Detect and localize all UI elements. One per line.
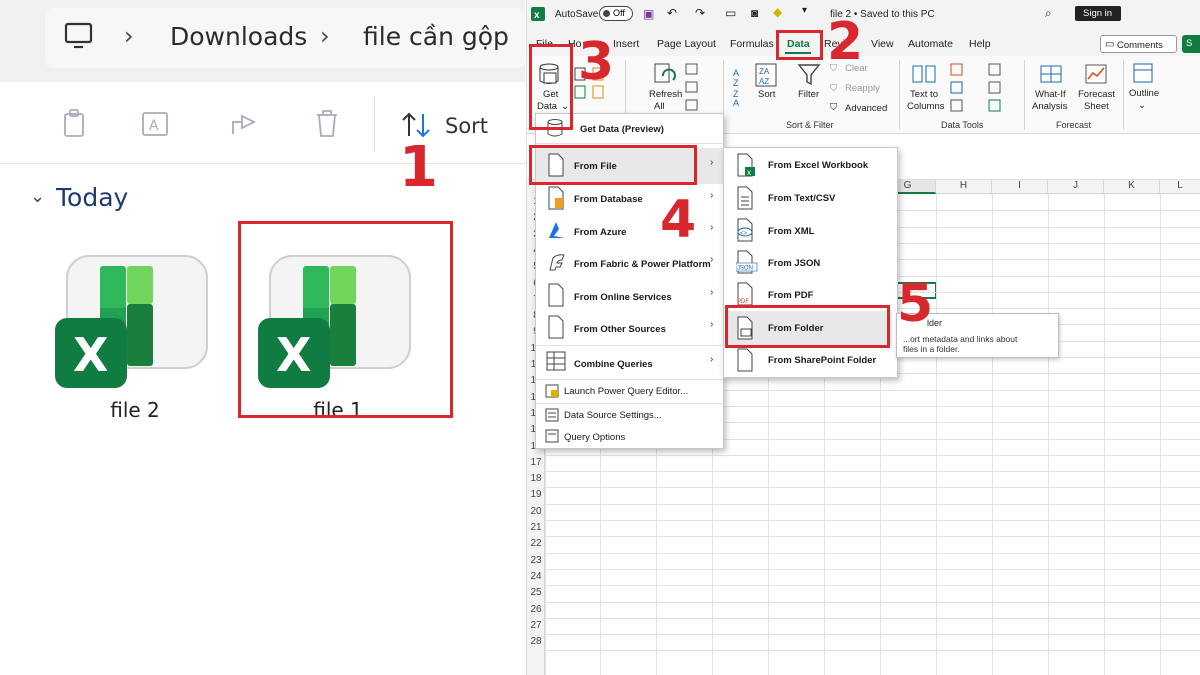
row-header[interactable]: 26 — [527, 604, 545, 615]
svg-text:A: A — [149, 118, 159, 134]
power-query-icon — [545, 384, 559, 398]
rename-icon[interactable]: A — [140, 108, 172, 140]
svg-text:<>: <> — [740, 231, 748, 237]
menu-item-from-xml[interactable]: From XML — [768, 226, 814, 237]
svg-text:x: x — [747, 168, 751, 177]
menu-item-from-excel-workbook[interactable]: From Excel Workbook — [768, 160, 868, 171]
breadcrumb-chevron-icon: › — [124, 22, 134, 50]
excel-file-icon: X — [55, 255, 208, 388]
column-gridline — [1104, 194, 1105, 675]
sort-button[interactable]: Sort — [445, 114, 488, 138]
share-icon[interactable] — [228, 108, 260, 140]
computer-icon[interactable] — [64, 22, 94, 52]
column-gridline — [1160, 194, 1161, 675]
database-file-icon — [548, 186, 564, 210]
submenu-arrow-icon: › — [710, 254, 714, 265]
column-gridline — [992, 194, 993, 675]
svg-text:JSON: JSON — [737, 266, 753, 272]
svg-text:X: X — [73, 328, 108, 382]
menu-item-from-online-services[interactable]: From Online Services — [574, 292, 672, 303]
step-number-5: 5 — [897, 274, 934, 334]
step-number-1: 1 — [399, 135, 438, 200]
menu-item-data-source-settings[interactable]: Data Source Settings... — [564, 410, 662, 421]
delete-icon[interactable] — [312, 108, 342, 140]
breadcrumb-current-folder[interactable]: file cần gộp — [363, 22, 509, 51]
row-gridline — [545, 454, 1200, 456]
step-number-4: 4 — [660, 190, 697, 250]
row-header[interactable]: 25 — [527, 587, 545, 598]
submenu-arrow-icon: › — [710, 287, 714, 298]
file-item[interactable]: X — [55, 248, 215, 398]
menu-item-from-azure[interactable]: From Azure — [574, 227, 626, 238]
highlight-box-from-file — [529, 145, 697, 185]
menu-item-get-data-preview[interactable]: Get Data (Preview) — [580, 124, 664, 135]
row-header[interactable]: 23 — [527, 555, 545, 566]
step-number-3: 3 — [578, 32, 615, 92]
submenu-arrow-icon: › — [710, 319, 714, 330]
breadcrumb-chevron-icon: › — [320, 22, 330, 50]
submenu-arrow-icon: › — [710, 190, 714, 201]
row-header[interactable]: 22 — [527, 538, 545, 549]
xml-icon: <> — [737, 218, 753, 242]
menu-item-from-fabric[interactable]: From Fabric & Power Platform — [574, 259, 711, 270]
chevron-down-icon[interactable]: ⌄ — [30, 186, 45, 207]
menu-item-launch-power-query[interactable]: Launch Power Query Editor... — [564, 386, 688, 397]
menu-item-from-pdf[interactable]: From PDF — [768, 290, 813, 301]
sharepoint-folder-icon — [737, 348, 753, 372]
row-gridline — [545, 520, 1200, 521]
row-gridline — [545, 617, 1200, 619]
column-gridline — [936, 194, 937, 675]
highlight-box-get-data — [529, 44, 573, 130]
row-header[interactable]: 21 — [527, 522, 545, 533]
row-gridline — [545, 552, 1200, 554]
excel-workbook-icon: x — [737, 153, 755, 177]
submenu-arrow-icon: › — [710, 157, 714, 168]
menu-item-from-other-sources[interactable]: From Other Sources — [574, 324, 666, 335]
row-gridline — [545, 503, 1200, 505]
row-header[interactable]: 17 — [527, 457, 545, 468]
step-number-2: 2 — [827, 12, 864, 72]
file-name[interactable]: file 2 — [55, 398, 215, 422]
row-header[interactable]: 20 — [527, 506, 545, 517]
toolbar-divider — [374, 96, 375, 152]
pdf-icon: PDF — [737, 282, 753, 306]
submenu-arrow-icon: › — [710, 354, 714, 365]
text-csv-icon — [737, 186, 753, 210]
menu-item-query-options[interactable]: Query Options — [564, 432, 625, 443]
options-icon — [545, 429, 559, 443]
row-gridline — [545, 487, 1200, 489]
group-header-today[interactable]: Today — [56, 183, 128, 212]
other-sources-icon — [548, 315, 564, 339]
row-header[interactable]: 19 — [527, 489, 545, 500]
row-gridline — [545, 601, 1200, 603]
column-gridline — [1048, 194, 1049, 675]
row-header[interactable]: 18 — [527, 473, 545, 484]
row-header[interactable]: 28 — [527, 636, 545, 647]
menu-item-from-text-csv[interactable]: From Text/CSV — [768, 193, 835, 204]
row-gridline — [545, 585, 1200, 587]
row-gridline — [545, 650, 1200, 652]
highlight-box-data-tab — [776, 30, 823, 60]
row-gridline — [545, 536, 1200, 538]
highlight-box-file-1 — [238, 221, 453, 418]
menu-item-from-json[interactable]: From JSON — [768, 258, 820, 269]
menu-item-combine-queries[interactable]: Combine Queries — [574, 359, 653, 370]
online-services-icon — [548, 283, 564, 307]
highlight-box-from-folder — [725, 305, 890, 348]
settings-icon — [545, 408, 559, 422]
copy-icon[interactable] — [60, 108, 90, 140]
submenu-arrow-icon: › — [710, 222, 714, 233]
combine-icon — [546, 351, 566, 371]
breadcrumb-downloads[interactable]: Downloads — [170, 22, 307, 51]
row-header[interactable]: 27 — [527, 620, 545, 631]
menu-item-from-sharepoint-folder[interactable]: From SharePoint Folder — [768, 355, 876, 366]
fabric-icon — [549, 254, 565, 271]
menu-item-from-database[interactable]: From Database — [574, 194, 643, 205]
row-gridline — [545, 634, 1200, 636]
azure-icon — [549, 222, 565, 238]
row-gridline — [545, 471, 1200, 473]
row-header[interactable]: 24 — [527, 571, 545, 582]
json-icon: JSON — [736, 250, 758, 274]
row-gridline — [545, 568, 1200, 570]
